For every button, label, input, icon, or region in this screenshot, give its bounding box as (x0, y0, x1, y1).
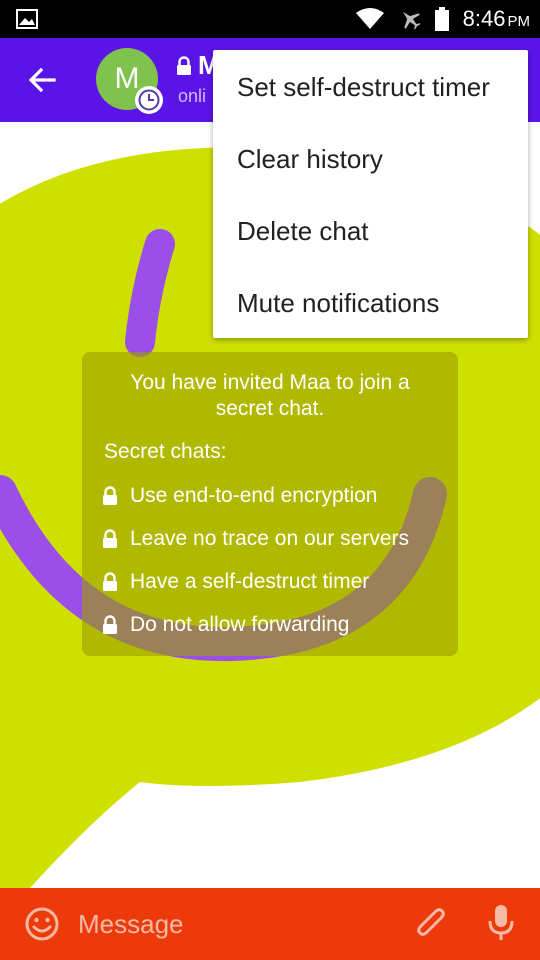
menu-item-set-self-destruct-timer[interactable]: Set self-destruct timer (237, 72, 490, 103)
list-item: Use end-to-end encryption (102, 484, 377, 508)
list-item: Leave no trace on our servers (102, 527, 409, 551)
status-time: 8:46 PM (462, 6, 530, 31)
menu-item-delete-chat[interactable]: Delete chat (237, 216, 369, 247)
emoji-icon[interactable] (24, 906, 60, 942)
airplane-icon (402, 11, 421, 30)
info-title: You have invited Maa to join a secret ch… (130, 371, 410, 420)
message-input[interactable] (78, 908, 378, 940)
gallery-icon (16, 9, 38, 29)
secret-chat-info-card: You have invited Maa to join a secret ch… (82, 352, 458, 656)
clock-icon (135, 86, 163, 114)
microphone-icon[interactable] (486, 903, 516, 943)
menu-item-clear-history[interactable]: Clear history (237, 144, 383, 175)
menu-item-mute-notifications[interactable]: Mute notifications (237, 288, 439, 319)
avatar-letter: M (114, 62, 140, 95)
list-item-label: Use end-to-end encryption (130, 484, 378, 507)
status-bar: 8:46 PM (0, 0, 540, 38)
overflow-menu: Set self-destruct timer Clear history De… (213, 50, 528, 338)
wifi-icon (355, 8, 384, 29)
list-item-label: Do not allow forwarding (130, 613, 350, 636)
contact-status: onli (178, 86, 207, 106)
info-subtitle: Secret chats: (104, 440, 227, 463)
list-item: Have a self-destruct timer (102, 570, 369, 594)
message-input-bar (0, 888, 540, 960)
battery-icon (434, 7, 449, 31)
lock-icon (103, 529, 117, 548)
list-item-label: Leave no trace on our servers (130, 527, 409, 550)
list-item: Do not allow forwarding (102, 613, 349, 637)
lock-icon (103, 615, 117, 634)
list-item-label: Have a self-destruct timer (130, 570, 370, 593)
lock-icon (103, 572, 117, 591)
back-arrow-icon[interactable] (22, 60, 62, 100)
lock-icon (103, 486, 117, 505)
lock-icon (177, 56, 191, 75)
paperclip-icon[interactable] (414, 905, 450, 943)
